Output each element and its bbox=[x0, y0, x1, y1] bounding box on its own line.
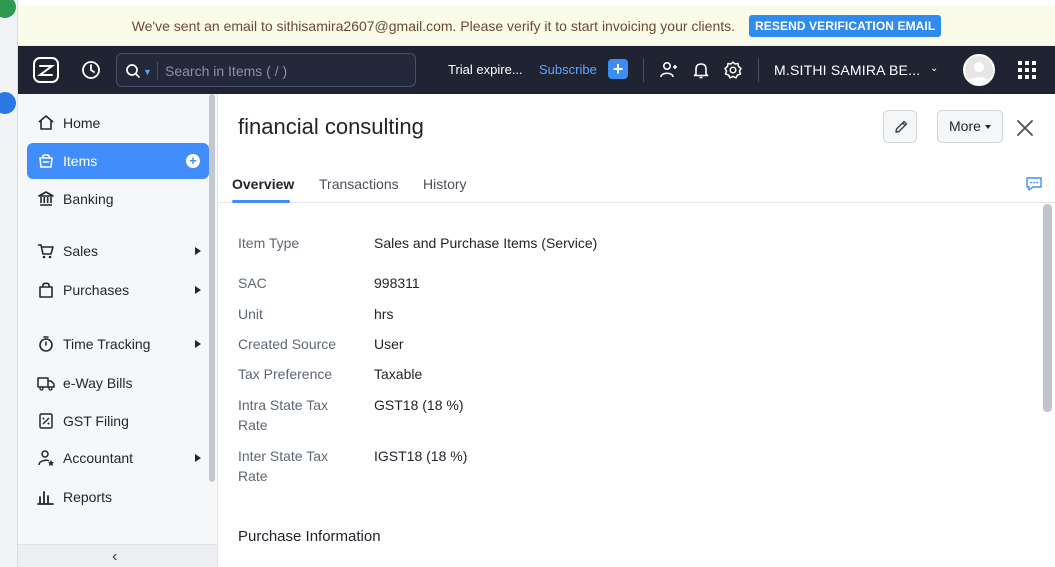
sidebar-item-label: e-Way Bills bbox=[63, 375, 133, 391]
detail-label: SAC bbox=[238, 275, 267, 291]
desktop-icon bbox=[0, 92, 16, 114]
sidebar: Home Items + Banking Sales Purchases Tim… bbox=[18, 94, 218, 567]
sidebar-scrollbar[interactable] bbox=[209, 94, 215, 482]
add-item-icon[interactable]: + bbox=[186, 154, 200, 168]
purchase-information-heading: Purchase Information bbox=[238, 528, 381, 545]
search-input[interactable]: Search in Items ( / ) bbox=[165, 63, 287, 79]
tab-overview[interactable]: Overview bbox=[232, 176, 294, 192]
desktop-edge bbox=[0, 0, 18, 567]
item-detail-panel: financial consulting More Overview Trans… bbox=[218, 94, 1055, 567]
resend-verification-button[interactable]: RESEND VERIFICATION EMAIL bbox=[749, 14, 942, 37]
sidebar-footer: ‹ bbox=[18, 544, 217, 567]
nav-divider bbox=[643, 58, 644, 82]
active-tab-indicator bbox=[232, 200, 290, 203]
detail-value: IGST18 (18 %) bbox=[374, 448, 468, 464]
sidebar-item-sales[interactable]: Sales bbox=[27, 233, 209, 269]
top-navbar: ▼ Search in Items ( / ) Trial expire... … bbox=[18, 46, 1055, 94]
detail-label: Inter State Tax Rate bbox=[238, 448, 329, 484]
app-logo-icon[interactable] bbox=[32, 56, 60, 84]
detail-label: Tax Preference bbox=[238, 366, 333, 382]
collapse-sidebar-icon[interactable]: ‹ bbox=[112, 548, 117, 566]
detail-label: Item Type bbox=[238, 235, 300, 251]
sidebar-item-eway-bills[interactable]: e-Way Bills bbox=[27, 365, 209, 401]
verification-banner: We've sent an email to sithisamira2607@g… bbox=[18, 6, 1055, 46]
detail-value: Sales and Purchase Items (Service) bbox=[374, 235, 598, 251]
user-avatar[interactable] bbox=[963, 54, 995, 86]
quick-create-button[interactable]: + bbox=[608, 59, 628, 79]
sidebar-item-label: Accountant bbox=[63, 450, 134, 466]
users-icon[interactable] bbox=[659, 60, 679, 80]
edit-button[interactable] bbox=[883, 110, 917, 143]
caret-down-icon bbox=[985, 125, 991, 129]
expand-arrow-icon[interactable] bbox=[195, 286, 201, 294]
avatar-person-icon bbox=[968, 62, 990, 84]
tab-history[interactable]: History bbox=[423, 176, 467, 192]
accountant-icon bbox=[38, 450, 54, 466]
sidebar-item-gst-filing[interactable]: GST Filing bbox=[27, 403, 209, 439]
desktop-icon bbox=[0, 0, 16, 18]
sidebar-item-label: Items bbox=[63, 153, 98, 169]
pencil-icon bbox=[895, 120, 908, 133]
detail-label: Created Source bbox=[238, 336, 337, 352]
detail-label: Unit bbox=[238, 306, 263, 322]
settings-gear-icon[interactable] bbox=[723, 60, 743, 80]
tab-transactions[interactable]: Transactions bbox=[319, 176, 399, 192]
cart-icon bbox=[38, 244, 54, 259]
more-label: More bbox=[949, 118, 981, 134]
search-divider bbox=[157, 62, 158, 80]
search-box[interactable]: ▼ Search in Items ( / ) bbox=[116, 53, 416, 87]
bag-icon bbox=[39, 282, 53, 298]
reports-icon bbox=[37, 491, 54, 505]
app-launcher-grid-icon[interactable] bbox=[1018, 61, 1036, 79]
detail-tabs: Overview Transactions History bbox=[218, 164, 1055, 203]
sidebar-item-label: Purchases bbox=[63, 282, 130, 298]
banner-message: We've sent an email to sithisamira2607@g… bbox=[131, 17, 736, 34]
expand-arrow-icon[interactable] bbox=[195, 454, 201, 462]
sidebar-item-accountant[interactable]: Accountant bbox=[27, 440, 209, 476]
detail-label: Intra State Tax Rate bbox=[238, 397, 329, 433]
home-icon bbox=[38, 115, 54, 130]
gst-icon bbox=[39, 413, 53, 429]
nav-divider bbox=[758, 58, 759, 82]
items-icon bbox=[39, 154, 53, 168]
more-dropdown-button[interactable]: More bbox=[937, 110, 1003, 143]
sidebar-item-label: GST Filing bbox=[63, 413, 129, 429]
sidebar-item-purchases[interactable]: Purchases bbox=[27, 272, 209, 308]
search-icon bbox=[126, 64, 140, 78]
sidebar-item-time-tracking[interactable]: Time Tracking bbox=[27, 326, 209, 362]
detail-value: Taxable bbox=[374, 366, 423, 382]
comments-icon[interactable] bbox=[1025, 175, 1043, 193]
sidebar-item-items[interactable]: Items + bbox=[27, 143, 209, 179]
sidebar-item-label: Reports bbox=[63, 489, 113, 505]
sidebar-item-label: Banking bbox=[63, 191, 114, 207]
timer-icon bbox=[39, 336, 53, 352]
main-scrollbar[interactable] bbox=[1043, 204, 1052, 412]
close-icon[interactable] bbox=[1016, 119, 1034, 137]
expand-arrow-icon[interactable] bbox=[195, 247, 201, 255]
expand-arrow-icon[interactable] bbox=[195, 340, 201, 348]
trial-status[interactable]: Trial expire... bbox=[448, 62, 523, 77]
sidebar-item-label: Home bbox=[63, 115, 101, 131]
subscribe-link[interactable]: Subscribe bbox=[539, 62, 597, 77]
sidebar-item-label: Sales bbox=[63, 243, 99, 259]
truck-icon bbox=[37, 377, 55, 391]
sidebar-item-banking[interactable]: Banking bbox=[27, 181, 209, 217]
recent-history-icon[interactable] bbox=[80, 59, 102, 81]
sidebar-item-reports[interactable]: Reports bbox=[27, 479, 209, 515]
detail-value: 998311 bbox=[374, 275, 420, 291]
sidebar-item-label: Time Tracking bbox=[63, 336, 151, 352]
bell-icon[interactable] bbox=[691, 60, 711, 80]
org-dropdown-chevron-icon[interactable]: ⌄ bbox=[930, 63, 938, 74]
item-title: financial consulting bbox=[238, 114, 424, 139]
detail-value: GST18 (18 %) bbox=[374, 397, 464, 413]
detail-value: hrs bbox=[374, 306, 394, 322]
detail-value: User bbox=[374, 336, 404, 352]
bank-icon bbox=[38, 191, 54, 206]
sidebar-item-home[interactable]: Home bbox=[27, 105, 209, 141]
search-filter-chevron-icon[interactable]: ▼ bbox=[143, 67, 152, 77]
organization-name[interactable]: M.SITHI SAMIRA BE... bbox=[774, 62, 920, 78]
